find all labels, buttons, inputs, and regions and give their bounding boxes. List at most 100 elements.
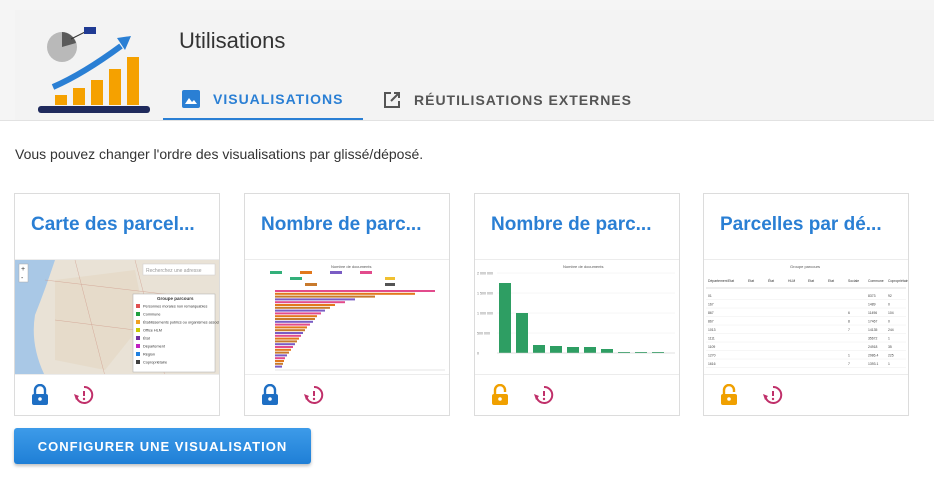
table-cell: 7 [848,362,850,366]
y-tick-label: 500 000 [477,332,490,336]
bar [567,347,579,353]
legend-label: Personnes morales non remarquables [143,305,207,309]
bar [275,360,284,362]
legend-label: Établissements publics ou organismes ass… [143,320,219,325]
tab-visualisations[interactable]: VISUALISATIONS [163,80,363,120]
table-cell: 244 [888,328,894,332]
table-cell: 1013 [708,328,716,332]
history-icon[interactable] [533,384,555,406]
bar [275,343,295,346]
bar [275,318,315,320]
tab-label: VISUALISATIONS [213,91,344,107]
vbar-chart-preview: Nombre de documents 2 000 000 1 500 000 1 … [475,260,679,374]
card-title[interactable]: Parcelles par dé... [720,214,900,236]
table-cell: 0 [888,303,890,307]
table-cell: 1489 [868,303,876,307]
visualisation-card[interactable]: Nombre de parc... Nombre de documents 2 … [474,193,680,416]
bar [275,357,285,360]
table-cell: 867 [708,311,714,315]
table-cell: 1616 [708,362,716,366]
table-header-cell: État [768,278,774,283]
card-actions [475,382,679,410]
table-header-cell: Etat [728,279,734,283]
bar [275,304,335,306]
bar [516,313,528,353]
table-cell: 1 [888,362,890,366]
visualisation-card[interactable]: Parcelles par dé... Groupe parcours Dépa… [703,193,909,416]
bar [275,348,291,351]
bar [275,315,317,318]
bar [550,346,562,353]
hbar-chart-preview: Nombre de documents [245,260,449,374]
bar [601,349,613,353]
y-tick-label: 1 000 000 [477,312,493,316]
chart-title: Nombre de documents [331,264,371,269]
tab-external-reuses[interactable]: RÉUTILISATIONS EXTERNES [378,80,632,120]
y-tick-label: 1 500 000 [477,292,493,296]
history-icon[interactable] [303,384,325,406]
bar [275,298,355,301]
vbar-chart-thumbnail: Nombre de documents 2 000 000 1 500 000 1 … [475,259,679,375]
card-title[interactable]: Nombre de parc... [491,214,671,236]
hbar-chart-thumbnail: Nombre de documents [245,259,449,375]
map-thumbnail: Recherchez une adresse + - Groupe parcou… [15,259,219,375]
lock-icon[interactable] [260,384,280,406]
legend-label: Copropriétaire [143,361,167,365]
table-header-cell: Département [708,279,728,283]
map-preview: Recherchez une adresse + - Groupe parcou… [15,260,219,374]
legend-label: Office HLM [143,329,162,333]
history-icon[interactable] [762,384,784,406]
table-header-cell: Sociale [848,279,859,283]
legend-label: Département [143,345,166,349]
table-cell: 24918 [868,345,878,349]
table-header-cell: Commune [868,279,884,283]
table-header-cell: Copropriétaire [888,279,908,283]
legend-swatch [136,304,140,308]
visualisation-card[interactable]: Carte des parcel... Recherchez une adres… [14,193,220,416]
legend-label: Commune [143,313,161,317]
table-cell: 8 [848,320,850,324]
reorder-hint: Vous pouvez changer l'ordre des visualis… [15,146,424,162]
bar [275,337,299,340]
bar [275,354,287,357]
table-cell: 0 [888,320,890,324]
page-title: Utilisations [179,28,286,53]
configure-visualisation-button[interactable]: CONFIGURER UNE VISUALISATION [14,428,311,464]
card-title[interactable]: Nombre de parc... [261,214,441,236]
bar [275,309,325,312]
lock-icon[interactable] [30,384,50,406]
bar [533,345,545,353]
analytics-logo-icon [38,27,150,113]
table-cell: 104 [888,311,894,315]
table-title: Groupe parcours [790,264,820,269]
map-search-input: Recherchez une adresse [146,268,202,274]
history-icon[interactable] [73,384,95,406]
bar [275,301,345,304]
legend-swatch [136,352,140,356]
table-cell: 7 [848,328,850,332]
table-header-cell: Etat [748,279,754,283]
table-cell: 867 [708,320,714,324]
table-cell: 1111 [708,337,715,341]
tab-label: RÉUTILISATIONS EXTERNES [414,92,632,108]
card-title[interactable]: Carte des parcel... [31,214,211,236]
external-link-icon [384,92,400,108]
table-cell: 1393.1 [868,362,878,366]
legend-swatch [136,344,140,348]
bar [275,365,282,368]
bar [275,295,375,298]
image-icon [182,90,200,108]
table-cell: 167 [708,303,714,307]
unlock-icon[interactable] [719,384,739,406]
bar [275,312,321,315]
table-thumbnail: Groupe parcours Département Etat Etat État H… [704,259,908,375]
card-actions [245,382,449,410]
table-cell: 1 [888,337,890,341]
bar [275,332,303,334]
table-cell: 225 [888,354,894,358]
unlock-icon[interactable] [490,384,510,406]
y-tick-label: 0 [477,352,479,356]
visualisation-card[interactable]: Nombre de parc... Nombre de documents [244,193,450,416]
legend-label: État [143,336,151,341]
bar [275,306,330,309]
